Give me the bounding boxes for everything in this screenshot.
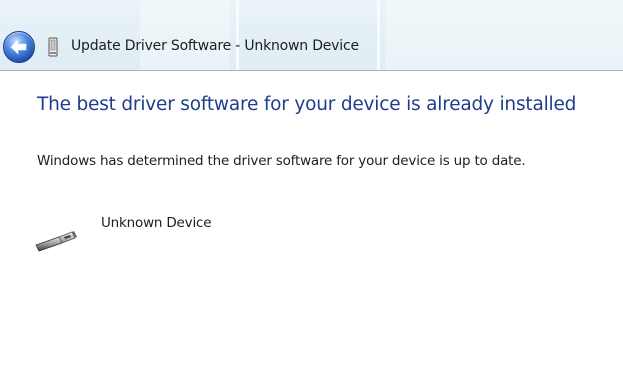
back-arrow-icon	[10, 39, 27, 55]
usb-connector-icon	[35, 231, 77, 252]
status-message: Windows has determined the driver softwa…	[37, 153, 526, 169]
device-name: Unknown Device	[101, 215, 212, 231]
window-title: Update Driver Software - Unknown Device	[71, 38, 359, 54]
divider	[0, 70, 623, 71]
glass-highlight	[377, 0, 380, 71]
glass-highlight	[236, 0, 239, 71]
glass-highlight	[385, 0, 623, 71]
page-title: The best driver software for your device…	[37, 94, 577, 115]
device-icon	[48, 37, 58, 57]
back-button[interactable]	[3, 31, 35, 63]
device-entry: Unknown Device	[35, 210, 295, 260]
title-bar: Update Driver Software - Unknown Device	[0, 0, 623, 71]
glass-highlight	[140, 0, 230, 71]
